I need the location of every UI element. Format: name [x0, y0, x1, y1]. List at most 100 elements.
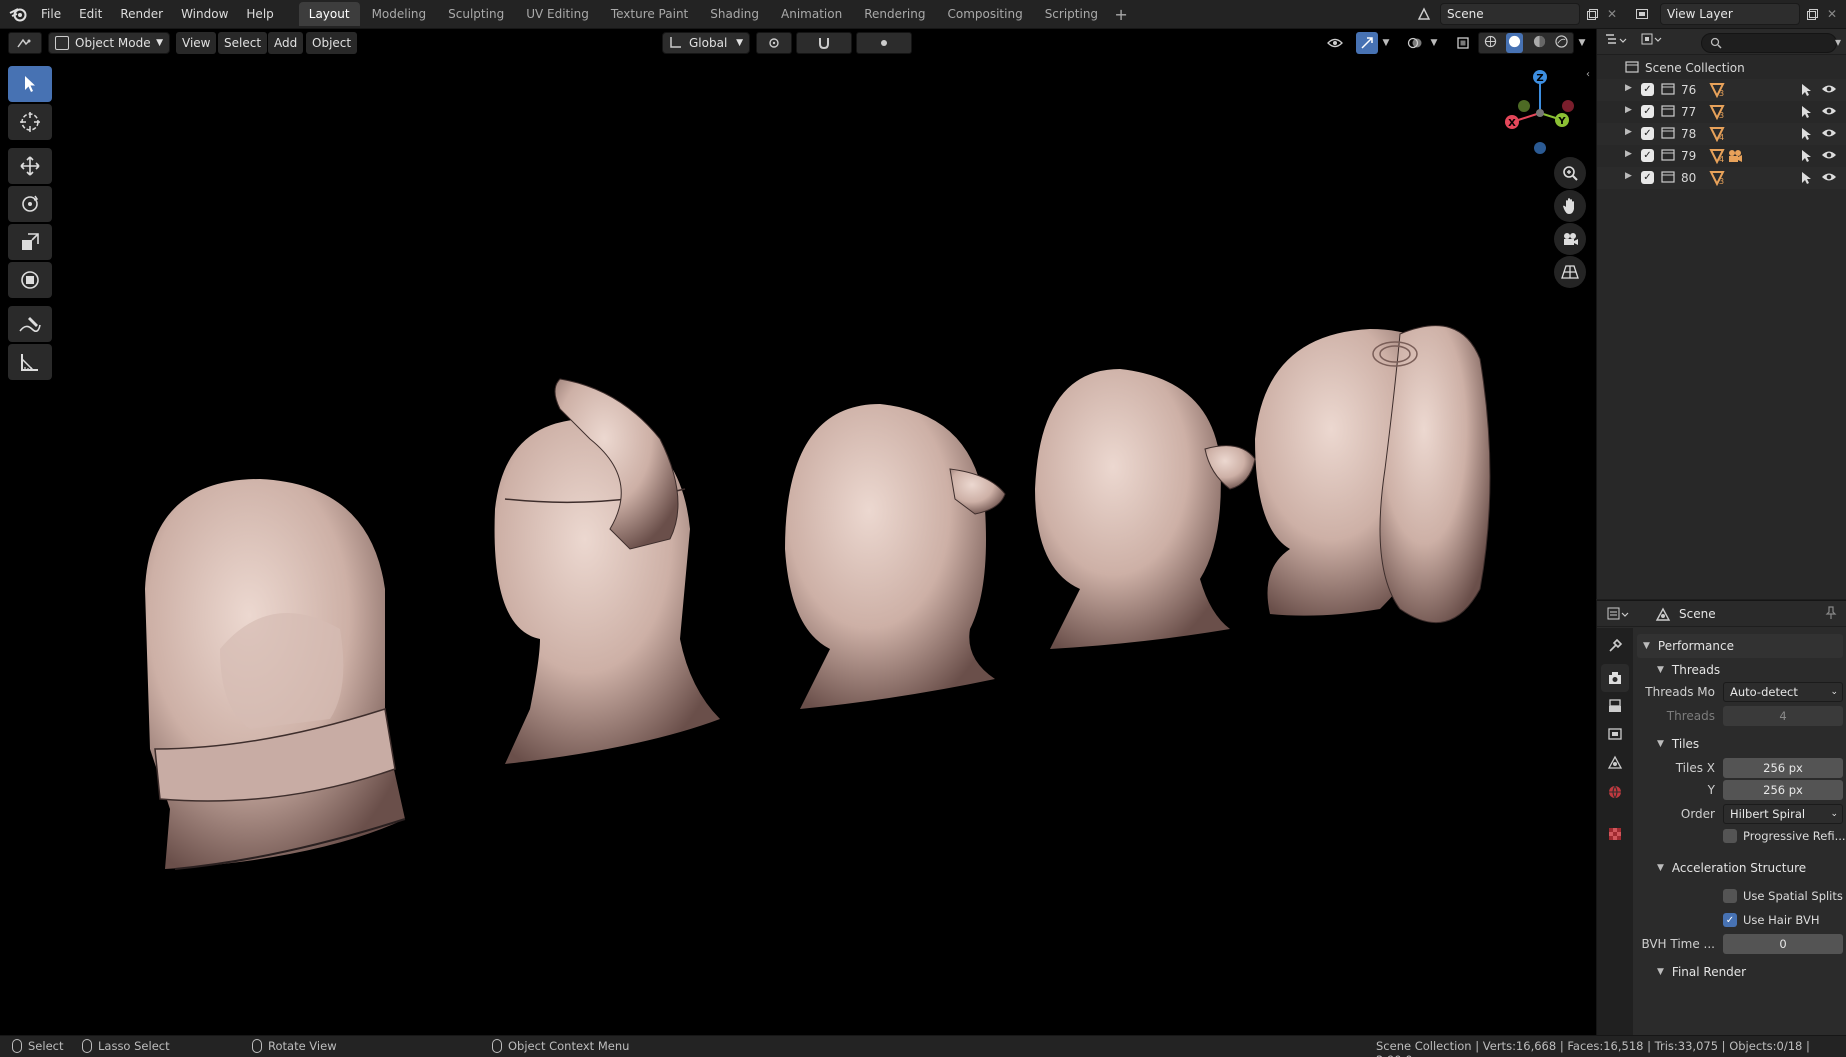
performance-panel-header[interactable]: ▼ Performance — [1637, 634, 1843, 658]
head-model-1[interactable] — [145, 479, 406, 870]
scale-tool-icon[interactable] — [8, 224, 52, 260]
view-layer-tab-icon[interactable] — [1601, 720, 1629, 748]
pivot-point-icon[interactable] — [756, 32, 792, 54]
camera-view-icon[interactable] — [1554, 223, 1586, 255]
render-tab-icon[interactable] — [1601, 664, 1629, 692]
visibility-eye-icon[interactable] — [1821, 149, 1837, 164]
head-model-5[interactable] — [1255, 325, 1491, 624]
expand-arrow-icon[interactable]: ▶ — [1625, 105, 1632, 115]
editor-type-icon[interactable] — [8, 32, 42, 54]
chevron-down-icon[interactable]: ▼ — [1574, 32, 1590, 54]
tiles-y-field[interactable]: 256 px — [1723, 780, 1843, 800]
solid-shading-icon[interactable] — [1506, 33, 1524, 53]
expand-arrow-icon[interactable]: ▶ — [1625, 127, 1632, 137]
menu-select[interactable]: Select — [218, 32, 268, 54]
menu-add[interactable]: Add — [268, 32, 304, 54]
outliner-row[interactable]: ▶ ✓ 78 4 — [1597, 123, 1846, 145]
outliner-editor-icon[interactable] — [1605, 33, 1627, 50]
menu-view[interactable]: View — [176, 32, 217, 54]
progressive-refine-checkbox[interactable]: Progressive Refi... — [1723, 829, 1846, 843]
hair-bvh-checkbox[interactable]: ✓ Use Hair BVH — [1723, 913, 1819, 927]
view-layer-type-icon[interactable] — [1632, 4, 1652, 24]
selectable-arrow-icon[interactable] — [1801, 171, 1813, 188]
sidebar-toggle-icon[interactable]: ‹ — [1586, 69, 1590, 80]
navigation-gizmo[interactable]: Z Y X — [1494, 66, 1588, 160]
tab-texture-paint[interactable]: Texture Paint — [601, 2, 698, 26]
cursor-tool-icon[interactable] — [8, 104, 52, 140]
tiles-subpanel-header[interactable]: ▼ Tiles — [1637, 732, 1843, 756]
menu-edit[interactable]: Edit — [70, 3, 111, 25]
visibility-eye-icon[interactable] — [1821, 83, 1837, 98]
transform-tool-icon[interactable] — [8, 262, 52, 298]
selectable-arrow-icon[interactable] — [1801, 83, 1813, 100]
exclude-checkbox[interactable]: ✓ — [1641, 149, 1654, 162]
selectable-arrow-icon[interactable] — [1801, 127, 1813, 144]
display-mode-icon[interactable] — [1641, 33, 1663, 50]
gizmo-toggle-icon[interactable] — [1356, 32, 1378, 54]
rendered-shading-icon[interactable] — [1555, 35, 1568, 51]
head-model-2[interactable] — [494, 378, 720, 764]
scene-collection-row[interactable]: Scene Collection — [1597, 57, 1846, 79]
remove-scene-icon[interactable]: ✕ — [1602, 4, 1622, 24]
tab-shading[interactable]: Shading — [700, 2, 769, 26]
visibility-eye-icon[interactable] — [1821, 127, 1837, 142]
tab-uv-editing[interactable]: UV Editing — [516, 2, 599, 26]
properties-editor-icon[interactable] — [1607, 607, 1629, 624]
exclude-checkbox[interactable]: ✓ — [1641, 127, 1654, 140]
tab-animation[interactable]: Animation — [771, 2, 852, 26]
exclude-checkbox[interactable]: ✓ — [1641, 171, 1654, 184]
annotate-tool-icon[interactable] — [8, 306, 52, 342]
visibility-eye-icon[interactable] — [1821, 171, 1837, 186]
scene-selector[interactable]: Scene — [1440, 3, 1580, 25]
tool-tab-icon[interactable] — [1601, 632, 1629, 660]
head-model-4[interactable] — [1035, 369, 1256, 649]
output-tab-icon[interactable] — [1601, 692, 1629, 720]
3d-viewport[interactable]: Object Mode ▼ View Select Add Object Glo… — [0, 29, 1596, 1035]
menu-help[interactable]: Help — [237, 3, 282, 25]
tab-compositing[interactable]: Compositing — [937, 2, 1032, 26]
acceleration-subpanel-header[interactable]: ▼ Acceleration Structure — [1637, 856, 1843, 880]
tiles-x-field[interactable]: 256 px — [1723, 758, 1843, 778]
exclude-checkbox[interactable]: ✓ — [1641, 105, 1654, 118]
overlays-toggle-icon[interactable] — [1404, 32, 1426, 54]
outliner-row[interactable]: ▶ ✓ 77 3 — [1597, 101, 1846, 123]
xray-toggle-icon[interactable] — [1452, 32, 1474, 54]
texture-tab-icon[interactable] — [1601, 820, 1629, 848]
expand-arrow-icon[interactable]: ▶ — [1625, 149, 1632, 159]
menu-window[interactable]: Window — [172, 3, 237, 25]
move-tool-icon[interactable] — [8, 148, 52, 184]
tab-sculpting[interactable]: Sculpting — [438, 2, 514, 26]
snap-icon[interactable] — [796, 32, 852, 54]
chevron-down-icon[interactable]: ▼ — [1426, 32, 1442, 54]
tile-order-dropdown[interactable]: Hilbert Spiral ⌄ — [1723, 804, 1843, 824]
threads-mode-dropdown[interactable]: Auto-detect ⌄ — [1723, 682, 1843, 702]
new-view-layer-icon[interactable] — [1802, 4, 1822, 24]
selectable-arrow-icon[interactable] — [1801, 105, 1813, 122]
mode-dropdown[interactable]: Object Mode ▼ — [48, 32, 170, 54]
expand-arrow-icon[interactable]: ▶ — [1625, 83, 1632, 93]
selectable-arrow-icon[interactable] — [1801, 149, 1813, 166]
outliner-row[interactable]: ▶ ✓ 80 3 — [1597, 167, 1846, 189]
blender-logo-icon[interactable] — [4, 0, 32, 28]
world-tab-icon[interactable] — [1601, 778, 1629, 806]
wireframe-shading-icon[interactable] — [1484, 35, 1497, 51]
add-workspace-button[interactable]: + — [1110, 4, 1132, 26]
rotate-tool-icon[interactable] — [8, 186, 52, 222]
transform-orientation-dropdown[interactable]: Global ▼ — [662, 32, 750, 54]
view-layer-selector[interactable]: View Layer — [1660, 3, 1800, 25]
material-shading-icon[interactable] — [1533, 35, 1546, 51]
select-tool-icon[interactable] — [8, 66, 52, 102]
measure-tool-icon[interactable] — [8, 344, 52, 380]
threads-subpanel-header[interactable]: ▼ Threads — [1637, 658, 1843, 682]
head-model-3[interactable] — [785, 404, 1006, 709]
outliner-row[interactable]: ▶ ✓ 76 3 — [1597, 79, 1846, 101]
exclude-checkbox[interactable]: ✓ — [1641, 83, 1654, 96]
pan-hand-icon[interactable] — [1554, 190, 1586, 222]
new-scene-icon[interactable] — [1582, 4, 1602, 24]
menu-file[interactable]: File — [32, 3, 70, 25]
proportional-editing-icon[interactable] — [856, 32, 912, 54]
perspective-toggle-icon[interactable] — [1554, 256, 1586, 288]
tab-rendering[interactable]: Rendering — [854, 2, 935, 26]
final-render-subpanel-header[interactable]: ▼ Final Render — [1637, 960, 1843, 984]
threads-count-field[interactable]: 4 — [1723, 706, 1843, 726]
